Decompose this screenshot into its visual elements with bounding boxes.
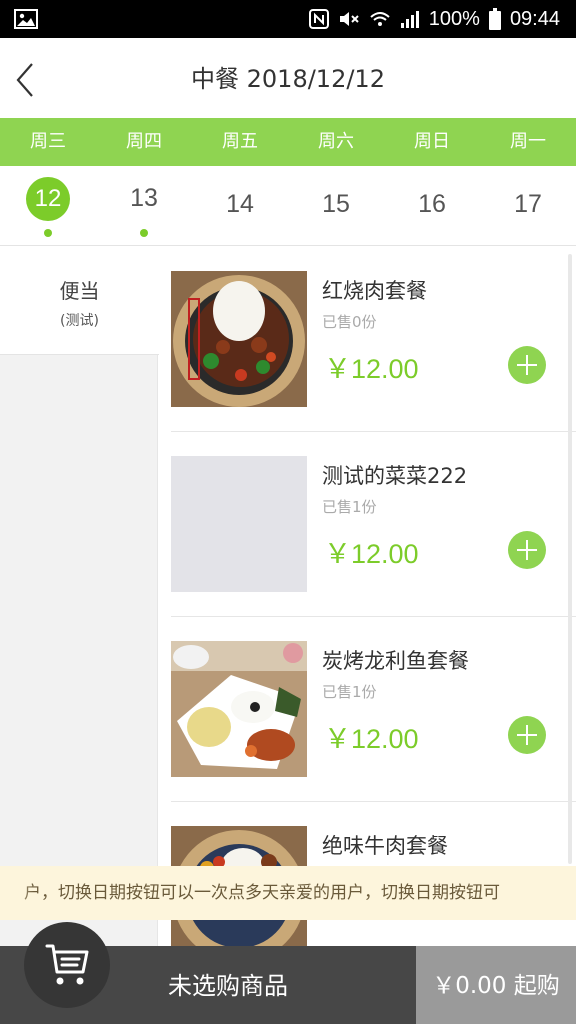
date-selector: 12 13 14 15 16 17 <box>0 166 576 246</box>
checkout-button[interactable]: ￥0.00 起购 <box>416 946 576 1024</box>
category-subtitle: (测试) <box>60 313 99 329</box>
date-cell[interactable]: 16 <box>384 166 480 245</box>
dish-name: 测试的菜菜222 <box>322 464 468 488</box>
dish-list-scrollbar[interactable] <box>568 254 572 864</box>
wifi-icon <box>370 12 390 26</box>
date-cell[interactable]: 17 <box>480 166 576 245</box>
weekday-label: 周三 <box>30 131 66 152</box>
dish-price: ￥12.00 <box>324 539 419 569</box>
dish-list[interactable]: 红烧肉套餐 已售0份 ￥12.00 测试的菜菜222 已售1份 ￥12.00 炭… <box>159 247 576 947</box>
date-number: 14 <box>226 190 254 218</box>
dish-item[interactable]: 红烧肉套餐 已售0份 ￥12.00 <box>171 247 576 432</box>
nfc-icon <box>308 9 329 29</box>
has-order-dot <box>44 229 52 237</box>
weekday-label: 周五 <box>222 131 258 152</box>
dish-image-placeholder <box>171 456 307 592</box>
date-number: 16 <box>418 190 446 218</box>
dish-item[interactable]: 测试的菜菜222 已售1份 ￥12.00 <box>171 432 576 617</box>
add-to-cart-button[interactable] <box>508 716 546 754</box>
selected-date: 12 <box>26 177 70 221</box>
date-cell[interactable]: 13 <box>96 166 192 245</box>
cart-icon <box>45 944 89 985</box>
date-number: 13 <box>130 184 158 212</box>
dish-price: ￥12.00 <box>324 724 419 754</box>
signal-icon <box>400 11 419 28</box>
date-number: 15 <box>322 190 350 218</box>
category-item-bento[interactable]: 便当 (测试) <box>0 247 159 355</box>
weekday-label: 周日 <box>414 131 450 152</box>
mute-icon <box>339 12 359 26</box>
date-cell[interactable]: 14 <box>192 166 288 245</box>
battery-percent: 100% <box>428 7 480 30</box>
weekday-label: 周一 <box>510 131 546 152</box>
weekday-label: 周六 <box>318 131 354 152</box>
category-sidebar: 便当 (测试) <box>0 247 159 947</box>
dish-price: ￥12.00 <box>324 354 419 384</box>
status-bar: 100% 09:44 <box>0 0 576 38</box>
dish-image <box>171 271 307 407</box>
nav-bar: 中餐 2018/12/12 <box>0 38 576 118</box>
date-cell[interactable]: 15 <box>288 166 384 245</box>
dish-item[interactable]: 炭烤龙利鱼套餐 已售1份 ￥12.00 <box>171 617 576 802</box>
weekday-header: 周三 周四 周五 周六 周日 周一 <box>0 118 576 166</box>
date-number: 17 <box>514 190 542 218</box>
back-arrow-icon[interactable] <box>6 56 50 100</box>
add-to-cart-button[interactable] <box>508 346 546 384</box>
notice-text: 户，切换日期按钮可以一次点多天亲爱的用户，切换日期按钮可 <box>24 883 500 903</box>
category-name: 便当 <box>59 279 100 303</box>
dish-image <box>171 641 307 777</box>
notice-banner: 户，切换日期按钮可以一次点多天亲爱的用户，切换日期按钮可 <box>0 866 576 920</box>
cart-status: 未选购商品 <box>168 972 288 1000</box>
dish-sold-count: 已售0份 <box>322 313 377 331</box>
dish-name: 炭烤龙利鱼套餐 <box>322 649 469 673</box>
add-to-cart-button[interactable] <box>508 531 546 569</box>
dish-name: 红烧肉套餐 <box>322 279 427 303</box>
dish-name: 绝味牛肉套餐 <box>322 834 448 858</box>
date-cell-selected[interactable]: 12 <box>0 166 96 245</box>
battery-icon <box>488 8 501 30</box>
weekday-label: 周四 <box>126 131 162 152</box>
dish-sold-count: 已售1份 <box>322 498 377 516</box>
status-time: 09:44 <box>509 7 560 30</box>
has-order-dot <box>140 229 148 237</box>
image-icon <box>14 9 38 29</box>
page-title: 中餐 2018/12/12 <box>191 65 385 93</box>
dish-sold-count: 已售1份 <box>322 683 377 701</box>
cart-button[interactable] <box>24 922 110 1008</box>
